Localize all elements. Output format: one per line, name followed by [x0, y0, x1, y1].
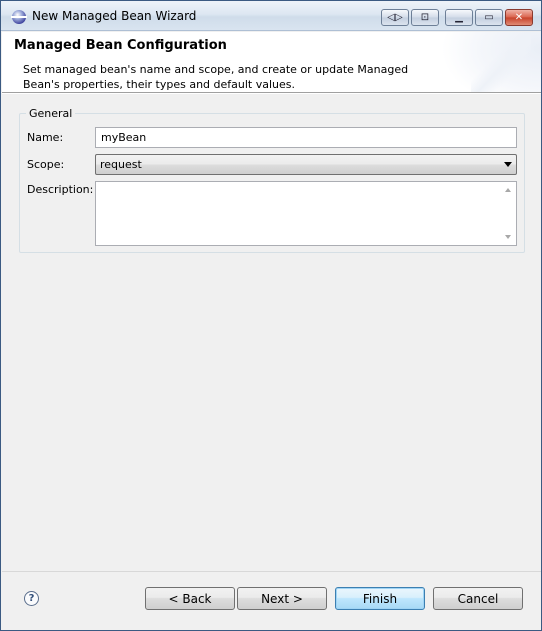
scope-selected-value: request	[100, 158, 142, 171]
scroll-down-icon[interactable]	[505, 235, 511, 239]
minimize-icon: ▁	[455, 12, 463, 23]
next-button[interactable]: Next >	[237, 587, 327, 610]
title-bar: New Managed Bean Wizard ◁▷ ⊡ ▁ ▭ ✕	[1, 1, 541, 31]
footer-divider	[2, 571, 541, 572]
scroll-up-icon[interactable]	[505, 188, 511, 192]
close-button[interactable]: ✕	[505, 9, 533, 26]
arrows-icon: ◁▷	[387, 12, 403, 23]
back-button[interactable]: < Back	[145, 587, 235, 610]
maximize-button[interactable]: ▭	[475, 9, 503, 26]
maximize-icon: ▭	[484, 12, 494, 23]
toggle-view-button[interactable]: ◁▷	[381, 9, 409, 26]
cancel-button[interactable]: Cancel	[433, 587, 523, 610]
tray-icon: ⊡	[420, 12, 430, 23]
general-group-legend: General	[26, 107, 76, 120]
chevron-down-icon[interactable]	[504, 162, 512, 167]
description-label: Description:	[27, 183, 94, 196]
scope-select[interactable]: request	[95, 154, 517, 175]
wizard-header: Managed Bean Configuration Set managed b…	[2, 32, 541, 93]
minimize-button[interactable]: ▁	[445, 9, 473, 26]
page-description: Set managed bean's name and scope, and c…	[23, 63, 409, 91]
header-decoration-stripe	[471, 32, 531, 92]
header-divider	[2, 93, 541, 94]
help-icon[interactable]: ?	[24, 591, 39, 606]
description-scrollbar[interactable]	[500, 182, 516, 245]
close-icon: ✕	[514, 12, 524, 23]
page-title: Managed Bean Configuration	[14, 38, 227, 53]
wizard-window: New Managed Bean Wizard ◁▷ ⊡ ▁ ▭ ✕ Manag…	[0, 0, 542, 631]
finish-button[interactable]: Finish	[335, 587, 425, 610]
scope-label: Scope:	[27, 158, 65, 171]
restore-tray-button[interactable]: ⊡	[411, 9, 439, 26]
eclipse-icon	[11, 10, 27, 24]
description-field[interactable]	[95, 181, 517, 246]
window-title: New Managed Bean Wizard	[32, 9, 197, 23]
name-field[interactable]	[95, 127, 517, 148]
name-label: Name:	[27, 131, 64, 144]
